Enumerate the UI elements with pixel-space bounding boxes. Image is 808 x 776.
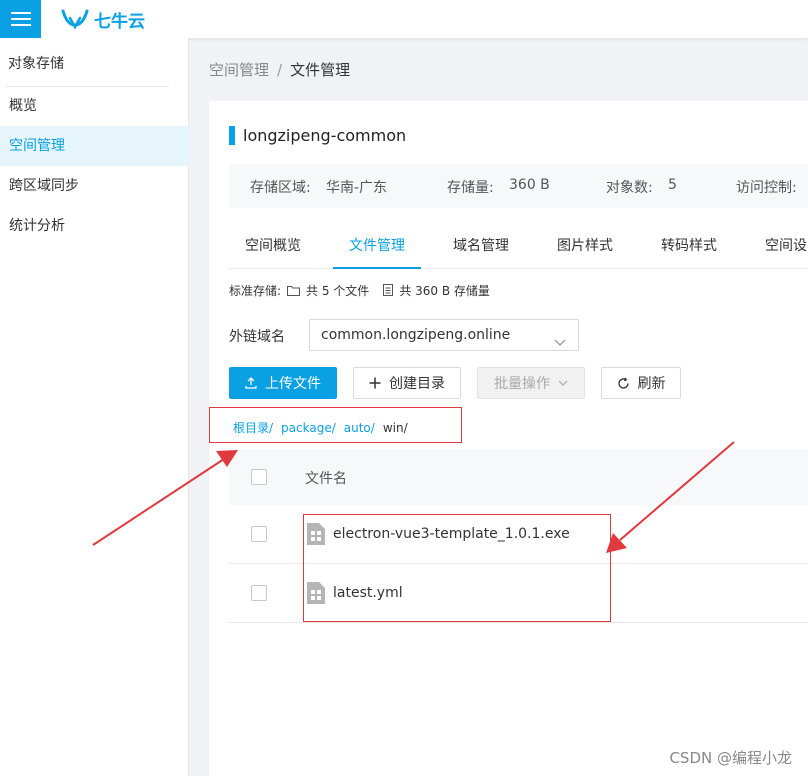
storage-stats: 标准存储: 共 5 个文件 共 360 B 存储量 bbox=[229, 282, 490, 298]
brand-logo[interactable]: 七牛云 bbox=[60, 0, 145, 38]
file-icon bbox=[307, 523, 325, 545]
upload-file-button[interactable]: 上传文件 bbox=[229, 367, 337, 399]
row-checkbox[interactable] bbox=[251, 526, 267, 542]
storage-type-label: 标准存储: bbox=[229, 283, 282, 298]
sidebar-item-cross-region-sync[interactable]: 跨区域同步 bbox=[0, 166, 189, 206]
path-current: win/ bbox=[382, 421, 408, 435]
sidebar-item-bucket-management[interactable]: 空间管理 bbox=[0, 126, 189, 166]
file-name: electron-vue3-template_1.0.1.exe bbox=[333, 526, 570, 542]
bucket-title: longzipeng-common bbox=[229, 125, 406, 145]
sidebar-item-overview[interactable]: 概览 bbox=[0, 86, 189, 126]
chevron-down-icon bbox=[558, 380, 568, 386]
create-directory-label: 创建目录 bbox=[389, 376, 445, 392]
path-auto[interactable]: auto/ bbox=[344, 421, 375, 435]
file-name: latest.yml bbox=[333, 585, 403, 601]
access-label: 访问控制: bbox=[736, 180, 797, 196]
sidebar: 对象存储 概览 空间管理 跨区域同步 统计分析 bbox=[0, 38, 189, 776]
size-label: 存储量: bbox=[447, 180, 494, 196]
breadcrumb-separator: / bbox=[277, 61, 283, 79]
breadcrumb-current: 文件管理 bbox=[290, 61, 351, 79]
main-panel: longzipeng-common 存储区域: 华南-广东 存储量: 360 B… bbox=[209, 101, 808, 776]
tab-domain-management[interactable]: 域名管理 bbox=[453, 223, 509, 269]
top-bar: 七牛云 bbox=[0, 0, 808, 38]
upload-file-label: 上传文件 bbox=[265, 376, 321, 392]
batch-operations-label: 批量操作 bbox=[494, 376, 550, 392]
file-icon bbox=[307, 582, 325, 604]
total-size: 共 360 B 存储量 bbox=[399, 283, 490, 298]
file-name-cell[interactable]: latest.yml bbox=[307, 582, 403, 604]
objects-label: 对象数: bbox=[606, 180, 653, 196]
menu-icon[interactable] bbox=[0, 0, 41, 38]
brand-name: 七牛云 bbox=[94, 11, 145, 32]
table-row[interactable]: electron-vue3-template_1.0.1.exe bbox=[229, 505, 808, 564]
folder-icon bbox=[287, 285, 301, 296]
file-name-cell[interactable]: electron-vue3-template_1.0.1.exe bbox=[307, 523, 570, 545]
chevron-down-icon bbox=[554, 329, 566, 359]
tab-bucket-settings[interactable]: 空间设 bbox=[765, 223, 808, 269]
refresh-label: 刷新 bbox=[637, 376, 666, 392]
sidebar-item-statistics[interactable]: 统计分析 bbox=[0, 206, 189, 246]
column-header-filename: 文件名 bbox=[305, 471, 347, 487]
tab-image-styles[interactable]: 图片样式 bbox=[557, 223, 613, 269]
upload-icon bbox=[245, 377, 257, 389]
select-all-checkbox[interactable] bbox=[251, 469, 267, 485]
watermark: CSDN @编程小龙 bbox=[669, 749, 792, 767]
domain-label: 外链域名 bbox=[229, 329, 285, 345]
directory-path: 根目录/package/auto/win/ bbox=[233, 419, 408, 436]
table-row[interactable]: latest.yml bbox=[229, 564, 808, 623]
batch-operations-button[interactable]: 批量操作 bbox=[477, 367, 585, 399]
refresh-button[interactable]: 刷新 bbox=[601, 367, 681, 399]
domain-select[interactable]: common.longzipeng.online bbox=[309, 319, 579, 351]
plus-icon bbox=[369, 377, 381, 389]
row-checkbox[interactable] bbox=[251, 585, 267, 601]
sidebar-heading[interactable]: 对象存储 bbox=[8, 53, 64, 73]
create-directory-button[interactable]: 创建目录 bbox=[353, 367, 461, 399]
tab-bucket-overview[interactable]: 空间概览 bbox=[245, 223, 301, 269]
refresh-icon bbox=[617, 376, 629, 389]
objects-value: 5 bbox=[668, 177, 677, 193]
qiniu-logo-icon bbox=[61, 9, 89, 30]
bucket-name: longzipeng-common bbox=[243, 125, 407, 145]
file-count: 共 5 个文件 bbox=[306, 283, 370, 298]
path-root[interactable]: 根目录/ bbox=[233, 421, 273, 435]
domain-select-value: common.longzipeng.online bbox=[321, 327, 511, 343]
size-value: 360 B bbox=[509, 177, 550, 193]
bucket-info-bar: 存储区域: 华南-广东 存储量: 360 B 对象数: 5 访问控制: bbox=[229, 164, 808, 208]
breadcrumb: 空间管理 / 文件管理 bbox=[209, 59, 350, 80]
bucket-tabs: 空间概览 文件管理 域名管理 图片样式 转码样式 空间设 bbox=[229, 223, 808, 269]
tab-file-management[interactable]: 文件管理 bbox=[333, 223, 421, 269]
tab-transcode-styles[interactable]: 转码样式 bbox=[661, 223, 717, 269]
title-accent-bar bbox=[229, 125, 235, 145]
table-header: 文件名 bbox=[229, 449, 808, 505]
path-package[interactable]: package/ bbox=[281, 421, 336, 435]
storage-size-icon bbox=[383, 284, 394, 296]
region-label: 存储区域: bbox=[250, 180, 311, 196]
breadcrumb-parent[interactable]: 空间管理 bbox=[209, 61, 269, 79]
region-value: 华南-广东 bbox=[326, 180, 388, 196]
